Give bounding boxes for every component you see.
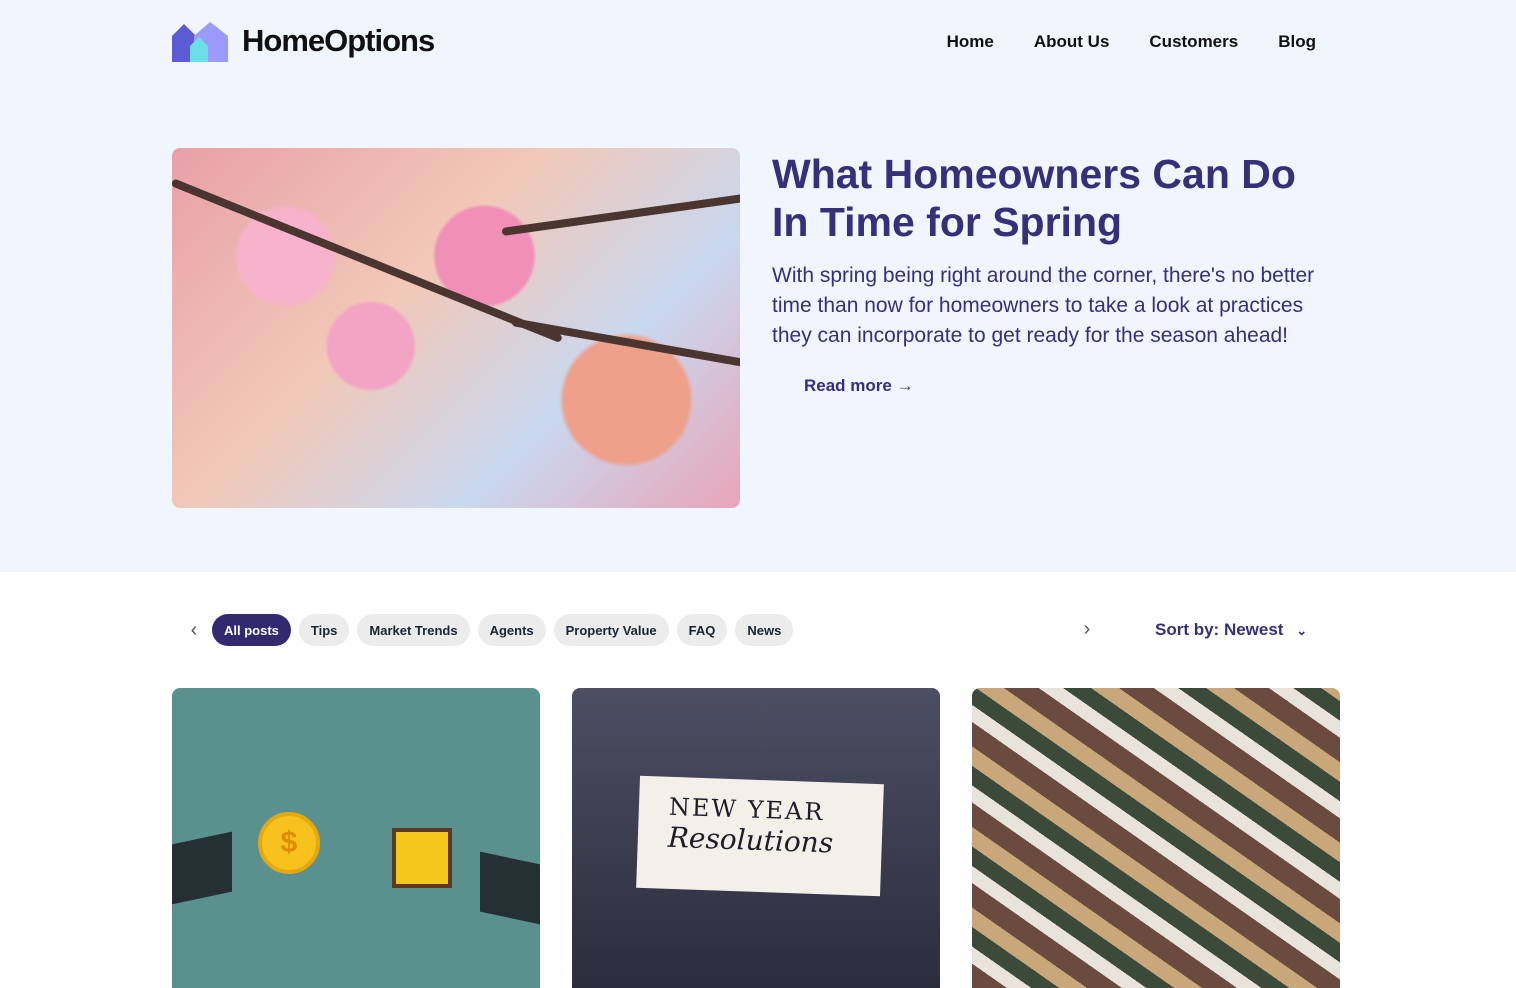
filter-tips[interactable]: Tips bbox=[298, 614, 350, 646]
nav-customers[interactable]: Customers bbox=[1149, 32, 1238, 52]
house-icon bbox=[392, 828, 452, 888]
hero-title[interactable]: What Homeowners Can Do In Time for Sprin… bbox=[772, 150, 1312, 246]
hero-description: With spring being right around the corne… bbox=[772, 264, 1315, 347]
read-more-label: Read more bbox=[804, 376, 892, 395]
nav-home[interactable]: Home bbox=[947, 32, 994, 52]
chevron-down-icon: ⌄ bbox=[1296, 623, 1308, 638]
filter-agents[interactable]: Agents bbox=[477, 614, 546, 646]
note-card: NEW YEAR Resolutions bbox=[636, 775, 884, 897]
hero-image[interactable] bbox=[172, 148, 740, 508]
category-filters: ‹ All posts Tips Market Trends Agents Pr… bbox=[184, 614, 794, 646]
post-card-image[interactable]: $ bbox=[172, 688, 540, 988]
house-logo-icon bbox=[172, 22, 228, 62]
arrow-right-icon: → bbox=[896, 376, 914, 395]
filter-all-posts[interactable]: All posts bbox=[212, 614, 291, 646]
read-more-link[interactable]: Read more → bbox=[804, 376, 914, 396]
main-nav: Home About Us Customers Blog bbox=[947, 32, 1316, 52]
hero-section: HomeOptions Home About Us Customers Blog… bbox=[0, 0, 1516, 572]
chevron-left-icon[interactable]: ‹ bbox=[184, 619, 204, 642]
filter-faq[interactable]: FAQ bbox=[676, 614, 728, 646]
sort-label: Sort by: Newest bbox=[1155, 620, 1284, 639]
brand-name: HomeOptions bbox=[242, 23, 435, 58]
chevron-right-icon[interactable]: › bbox=[1077, 618, 1097, 641]
filter-property-value[interactable]: Property Value bbox=[553, 614, 669, 646]
nav-about-us[interactable]: About Us bbox=[1034, 32, 1110, 52]
coin-icon: $ bbox=[258, 812, 320, 874]
logo[interactable]: HomeOptions bbox=[172, 20, 435, 62]
post-card-image[interactable] bbox=[972, 688, 1340, 988]
post-card-image[interactable]: NEW YEAR Resolutions bbox=[572, 688, 940, 988]
filter-news[interactable]: News bbox=[735, 614, 794, 646]
note-line-2: Resolutions bbox=[667, 820, 834, 860]
sort-dropdown[interactable]: Sort by: Newest ⌄ bbox=[1155, 620, 1307, 640]
filter-market-trends[interactable]: Market Trends bbox=[357, 614, 470, 646]
nav-blog[interactable]: Blog bbox=[1278, 32, 1316, 52]
